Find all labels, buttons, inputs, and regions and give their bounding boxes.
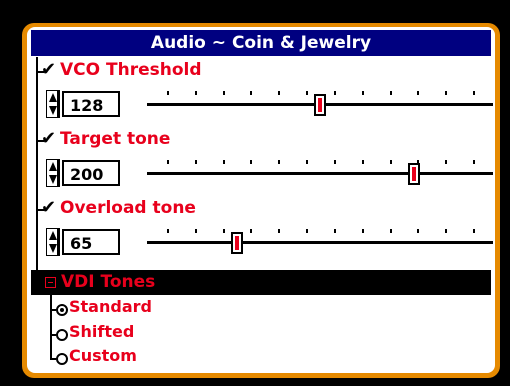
option-shifted[interactable]: Shifted	[69, 322, 134, 341]
spinner-target-tone[interactable]	[46, 159, 60, 187]
slider-tick	[361, 160, 364, 164]
tree-line	[36, 57, 38, 279]
radio-custom[interactable]	[56, 353, 68, 365]
arrow-up-icon[interactable]	[49, 231, 57, 240]
slider-thumb[interactable]	[408, 163, 420, 185]
vdi-tones-label: VDI Tones	[61, 272, 156, 292]
value-field-target-tone[interactable]: 200	[62, 160, 120, 186]
spinner-vco-threshold[interactable]	[46, 90, 60, 118]
slider-tick	[473, 229, 475, 233]
slider-tick	[445, 91, 448, 95]
arrow-down-icon[interactable]	[49, 175, 57, 184]
slider-tick	[194, 229, 197, 233]
slider-tick	[167, 160, 169, 164]
radio-standard[interactable]	[56, 304, 68, 316]
value-field-overload-tone[interactable]: 65	[62, 229, 120, 255]
check-icon: ✔	[41, 197, 57, 218]
slider-vco-threshold[interactable]	[147, 91, 493, 119]
radio-shifted[interactable]	[56, 329, 68, 341]
slider-tick	[333, 91, 336, 95]
option-standard[interactable]: Standard	[69, 297, 152, 316]
slider-tick	[445, 229, 448, 233]
check-icon: ✔	[41, 59, 57, 80]
slider-tick	[361, 229, 364, 233]
slider-tick	[389, 160, 392, 164]
slider-thumb[interactable]	[231, 232, 243, 254]
slider-tick	[417, 91, 420, 95]
tree-line	[50, 295, 52, 359]
slider-tick	[473, 91, 475, 95]
arrow-down-icon[interactable]	[49, 106, 57, 115]
slider-tick	[306, 160, 309, 164]
setting-label-vco-threshold: VCO Threshold	[60, 60, 202, 80]
slider-tick	[278, 160, 281, 164]
settings-panel: Audio ~ Coin & Jewelry ✔ VCO Threshold 1…	[27, 27, 495, 373]
slider-tick	[333, 229, 336, 233]
slider-tick	[194, 91, 197, 95]
option-custom[interactable]: Custom	[69, 346, 137, 365]
slider-tick	[445, 160, 448, 164]
slider-tick	[417, 160, 420, 164]
slider-tick	[361, 91, 364, 95]
slider-tick	[473, 160, 475, 164]
slider-overload-tone[interactable]	[147, 229, 493, 257]
slider-tick	[250, 229, 253, 233]
window-title: Audio ~ Coin & Jewelry	[31, 30, 491, 56]
slider-tick	[250, 160, 253, 164]
slider-tick	[306, 229, 309, 233]
slider-tick	[389, 91, 392, 95]
spinner-overload-tone[interactable]	[46, 228, 60, 256]
setting-label-overload-tone: Overload tone	[60, 198, 196, 218]
slider-tick	[417, 229, 420, 233]
collapse-icon[interactable]	[45, 277, 56, 288]
setting-label-target-tone: Target tone	[60, 129, 171, 149]
slider-tick	[167, 91, 169, 95]
arrow-up-icon[interactable]	[49, 162, 57, 171]
slider-tick	[222, 160, 225, 164]
slider-tick	[222, 91, 225, 95]
slider-tick	[389, 229, 392, 233]
slider-tick	[167, 229, 169, 233]
value-field-vco-threshold[interactable]: 128	[62, 91, 120, 117]
slider-tick	[250, 91, 253, 95]
slider-tick	[194, 160, 197, 164]
slider-target-tone[interactable]	[147, 160, 493, 188]
slider-tick	[278, 91, 281, 95]
arrow-up-icon[interactable]	[49, 93, 57, 102]
vdi-tones-row[interactable]: VDI Tones	[31, 270, 491, 295]
check-icon: ✔	[41, 128, 57, 149]
slider-tick	[278, 229, 281, 233]
arrow-down-icon[interactable]	[49, 244, 57, 253]
slider-tick	[222, 229, 225, 233]
slider-tick	[333, 160, 336, 164]
slider-thumb[interactable]	[314, 94, 326, 116]
slider-tick	[306, 91, 309, 95]
